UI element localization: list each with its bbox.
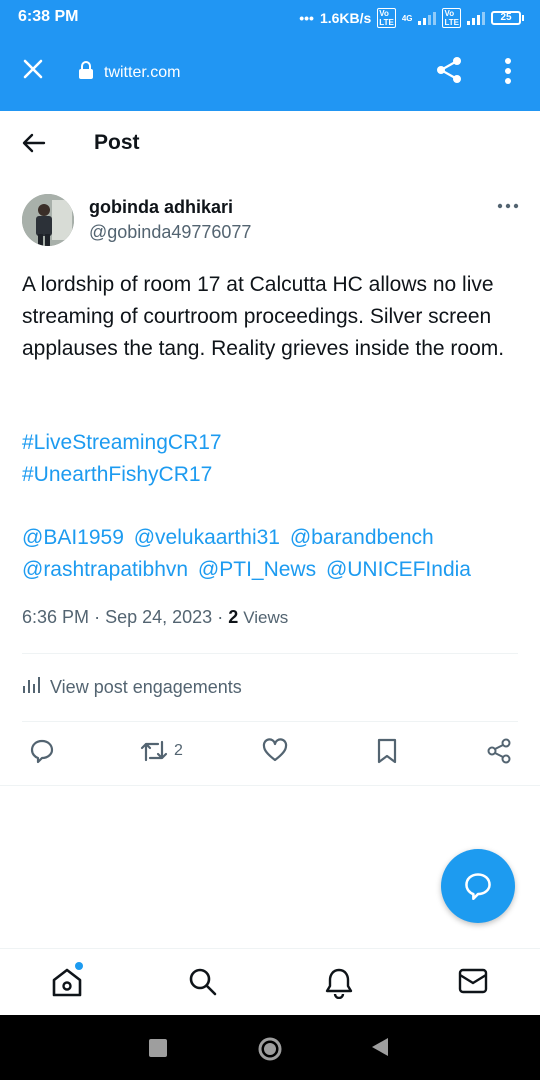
reply-icon <box>30 739 54 764</box>
divider <box>22 721 518 722</box>
tweet-meta: 6:36 PM · Sep 24, 2023 · 2 Views <box>22 607 288 628</box>
url-text: twitter.com <box>104 63 181 81</box>
bookmark-icon <box>377 738 397 764</box>
tweet-date[interactable]: Sep 24, 2023 <box>105 607 212 627</box>
author-handle[interactable]: @gobinda49776077 <box>89 222 251 243</box>
mentions: @BAI1959 @velukaarthi31 @barandbench @ra… <box>22 522 527 586</box>
post-header: Post <box>0 111 540 175</box>
divider <box>0 785 540 786</box>
address-bar[interactable]: twitter.com <box>78 61 180 84</box>
mention-link[interactable]: @rashtrapatibhvn <box>22 558 188 581</box>
bookmark-button[interactable] <box>376 738 398 764</box>
tweet-text: A lordship of room 17 at Calcutta HC all… <box>22 273 505 360</box>
more-vertical-icon[interactable] <box>504 58 512 89</box>
share-icon <box>487 738 511 764</box>
divider <box>22 653 518 654</box>
separator: · <box>94 607 106 627</box>
tweet-time[interactable]: 6:36 PM <box>22 607 89 627</box>
views-label: Views <box>243 608 289 627</box>
battery-level: 25 <box>491 11 521 25</box>
mention-link[interactable]: @BAI1959 <box>22 526 124 549</box>
hashtags: #LiveStreamingCR17 #UnearthFishyCR17 <box>22 427 222 491</box>
bottom-navigation <box>0 948 540 1015</box>
lock-icon <box>78 61 94 84</box>
browser-toolbar: twitter.com <box>0 36 540 111</box>
avatar[interactable] <box>22 194 74 246</box>
repost-count: 2 <box>174 742 183 759</box>
status-bar: 6:38 PM ••• 1.6KB/s Vo LTE 4G Vo LTE 25 <box>0 0 540 36</box>
separator: · <box>217 607 229 627</box>
network-type: 4G <box>401 13 413 23</box>
dots-indicator: ••• <box>299 10 314 26</box>
hashtag-link[interactable]: #UnearthFishyCR17 <box>22 459 222 491</box>
analytics-icon <box>22 676 40 699</box>
mention-link[interactable]: @UNICEFIndia <box>326 558 471 581</box>
mention-link[interactable]: @PTI_News <box>198 558 316 581</box>
home-button[interactable] <box>258 1037 282 1066</box>
compose-reply-button[interactable] <box>441 849 515 923</box>
signal-icon <box>418 11 437 25</box>
network-speed: 1.6KB/s <box>319 10 372 26</box>
share-icon[interactable] <box>436 56 462 89</box>
page-title: Post <box>94 131 140 154</box>
browser-chrome: 6:38 PM ••• 1.6KB/s Vo LTE 4G Vo LTE 25 tw… <box>0 0 540 111</box>
views-count: 2 <box>228 607 239 627</box>
signal-icon-2 <box>467 11 485 25</box>
search-icon[interactable] <box>188 967 218 1002</box>
reply-button[interactable] <box>29 738 61 764</box>
view-engagements-link[interactable]: View post engagements <box>22 676 242 699</box>
more-horizontal-icon[interactable] <box>497 196 519 214</box>
action-bar: 2 <box>0 738 540 770</box>
back-arrow-icon[interactable] <box>22 133 46 158</box>
status-time: 6:38 PM <box>18 8 79 25</box>
volte-icon: Vo LTE <box>377 8 396 28</box>
repost-button[interactable]: 2 <box>140 738 183 764</box>
system-navigation-bar <box>0 1015 540 1080</box>
battery-icon: 25 <box>491 11 524 25</box>
messages-icon[interactable] <box>458 967 488 1000</box>
engagements-label: View post engagements <box>50 677 242 697</box>
mention-link[interactable]: @velukaarthi31 <box>134 526 280 549</box>
share-post-button[interactable] <box>486 738 512 764</box>
status-indicators: ••• 1.6KB/s Vo LTE 4G Vo LTE 25 <box>299 8 524 28</box>
close-icon[interactable] <box>22 58 44 85</box>
heart-icon <box>262 738 288 762</box>
author-name[interactable]: gobinda adhikari <box>89 197 233 218</box>
back-button[interactable] <box>371 1037 389 1062</box>
mention-link[interactable]: @barandbench <box>290 526 434 549</box>
home-icon[interactable] <box>51 967 83 1002</box>
reply-icon <box>465 873 491 900</box>
like-button[interactable] <box>262 738 294 762</box>
recent-apps-button[interactable] <box>149 1039 167 1062</box>
hashtag-link[interactable]: #LiveStreamingCR17 <box>22 427 222 459</box>
bell-icon[interactable] <box>324 967 354 1004</box>
repost-icon <box>140 740 168 762</box>
notification-dot <box>75 962 83 970</box>
volte-icon-2: Vo LTE <box>442 8 461 28</box>
